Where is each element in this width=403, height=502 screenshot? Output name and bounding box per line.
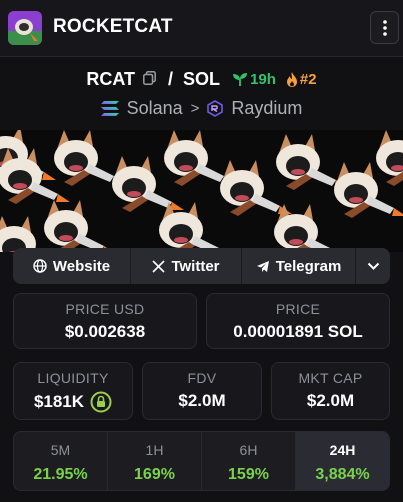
copy-icon[interactable]	[143, 69, 156, 90]
price-change-tabs: 5M 21.95% 1H 169% 6H 159% 24H 3,884%	[13, 431, 390, 491]
fdv-label: FDV	[187, 370, 217, 386]
base-symbol: RCAT	[86, 68, 136, 89]
price-usd-value: $0.002638	[64, 322, 146, 341]
telegram-icon	[256, 260, 269, 272]
tab-1h[interactable]: 1H 169%	[108, 432, 202, 490]
dex-name[interactable]: Raydium	[231, 98, 302, 119]
liquidity-card: LIQUIDITY $181K	[13, 362, 133, 420]
liquidity-value: $181K	[33, 392, 85, 411]
lock-icon[interactable]	[90, 391, 112, 413]
more-links-button[interactable]	[356, 248, 390, 284]
chain-name[interactable]: Solana	[127, 98, 183, 119]
pair-age: 19h	[232, 71, 276, 88]
token-banner-image	[0, 130, 403, 252]
chain-arrow: >	[190, 99, 200, 117]
raydium-icon	[207, 99, 224, 117]
chevron-down-icon	[367, 262, 379, 270]
price-native-label: PRICE	[275, 301, 321, 317]
mkt-cap-label: MKT CAP	[298, 370, 363, 386]
trending-rank[interactable]: #2	[286, 71, 317, 88]
twitter-link-label: Twitter	[171, 257, 220, 275]
price-native-card: PRICE 0.00001891 SOL	[206, 293, 390, 349]
solana-icon	[100, 100, 119, 116]
quote-symbol: SOL	[183, 68, 221, 89]
tab-6h-label: 6H	[239, 442, 258, 458]
twitter-link[interactable]: Twitter	[131, 248, 242, 284]
telegram-link[interactable]: Telegram	[242, 248, 356, 284]
globe-icon	[33, 259, 47, 273]
pair-age-value: 19h	[250, 70, 276, 88]
tab-5m-label: 5M	[50, 442, 71, 458]
pair-row: RCAT / SOL 19h #2	[0, 67, 403, 91]
tab-6h[interactable]: 6H 159%	[202, 432, 296, 490]
social-links-bar: Website Twitter Telegram	[13, 248, 390, 284]
seedling-icon	[233, 73, 248, 86]
website-link-label: Website	[52, 257, 111, 275]
trending-rank-value: #2	[299, 70, 317, 88]
website-link[interactable]: Website	[13, 248, 131, 284]
fdv-card: FDV $2.0M	[142, 362, 262, 420]
more-menu-button[interactable]	[370, 11, 399, 44]
app-header: ROCKETCAT	[0, 0, 403, 57]
token-logo	[8, 11, 42, 45]
mkt-cap-card: MKT CAP $2.0M	[271, 362, 390, 420]
token-name: ROCKETCAT	[53, 16, 173, 37]
price-usd-label: PRICE USD	[65, 301, 145, 317]
tab-1h-label: 1H	[145, 442, 164, 458]
chain-row: Solana > Raydium	[0, 96, 403, 120]
telegram-link-label: Telegram	[275, 257, 342, 275]
liquidity-row: $181K	[14, 391, 132, 413]
tab-5m-change: 21.95%	[33, 466, 88, 483]
price-usd-card: PRICE USD $0.002638	[13, 293, 197, 349]
liquidity-label: LIQUIDITY	[37, 370, 109, 386]
tab-5m[interactable]: 5M 21.95%	[14, 432, 108, 490]
fdv-value: $2.0M	[178, 391, 226, 410]
tab-6h-change: 159%	[228, 466, 269, 483]
price-native-value: 0.00001891 SOL	[233, 322, 363, 341]
tab-24h-label: 24H	[329, 442, 356, 458]
tab-24h-change: 3,884%	[315, 466, 370, 483]
x-icon	[152, 259, 166, 273]
tab-1h-change: 169%	[134, 466, 175, 483]
tab-24h[interactable]: 24H 3,884%	[296, 432, 389, 490]
vertical-dots-icon	[382, 19, 387, 36]
flame-icon	[286, 71, 297, 87]
mkt-cap-value: $2.0M	[306, 391, 355, 410]
pair-separator: /	[168, 68, 174, 89]
